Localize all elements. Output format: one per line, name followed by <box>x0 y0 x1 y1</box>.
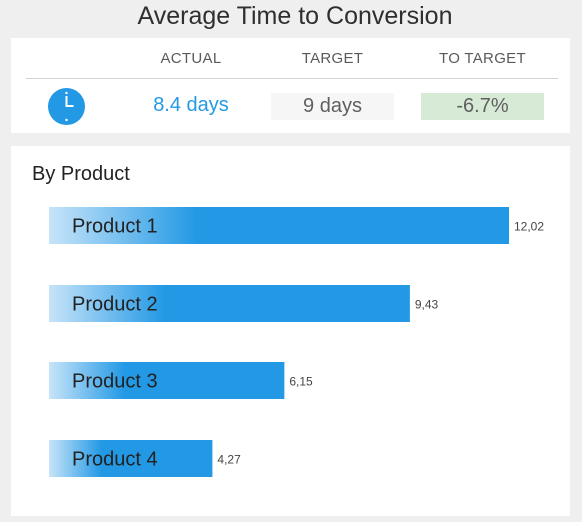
category-label-2: Product 2 <box>72 294 158 316</box>
to-target-value: -6.7% <box>421 93 544 120</box>
category-label-3: Product 3 <box>72 371 158 393</box>
value-label-2: 9,43 <box>415 298 439 312</box>
actual-header: ACTUAL <box>160 50 222 67</box>
target-header: TARGET <box>301 50 364 67</box>
value-label-1: 12,02 <box>514 220 544 234</box>
value-label-3: 6,15 <box>289 375 313 389</box>
category-label-4: Product 4 <box>72 449 158 471</box>
by-product-card: By Product Product 1 12,02 Product 2 9,43 Pr… <box>11 146 570 516</box>
category-label-1: Product 1 <box>72 216 158 238</box>
value-label-4: 4,27 <box>217 453 241 467</box>
kpi-divider <box>26 78 558 79</box>
actual-value: 8.4 days <box>153 94 229 116</box>
target-value: 9 days <box>271 93 394 120</box>
kpi-card: ACTUAL TARGET TO TARGET 8.4 days 9 days … <box>11 38 570 133</box>
to-target-header: TO TARGET <box>439 50 526 67</box>
clock-icon <box>48 88 85 125</box>
page-title: Average Time to Conversion <box>137 2 453 30</box>
bar-chart: Product 1 12,02 Product 2 9,43 Product 3 6,15… <box>49 207 544 477</box>
